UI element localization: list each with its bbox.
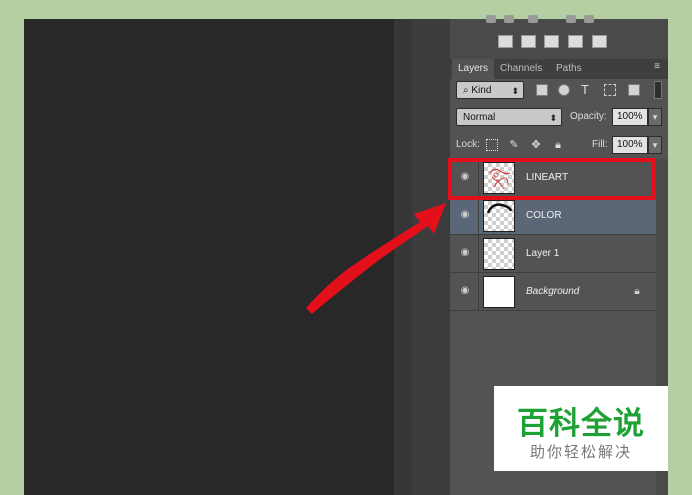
arrow-shape [306,203,446,314]
watermark-subtitle: 助你轻松解决 [529,443,632,461]
watermark-logo: 百科全说 助你轻松解决 [494,386,668,471]
watermark-title: 百科全说 [517,406,645,442]
layer-highlight-box [448,158,656,200]
